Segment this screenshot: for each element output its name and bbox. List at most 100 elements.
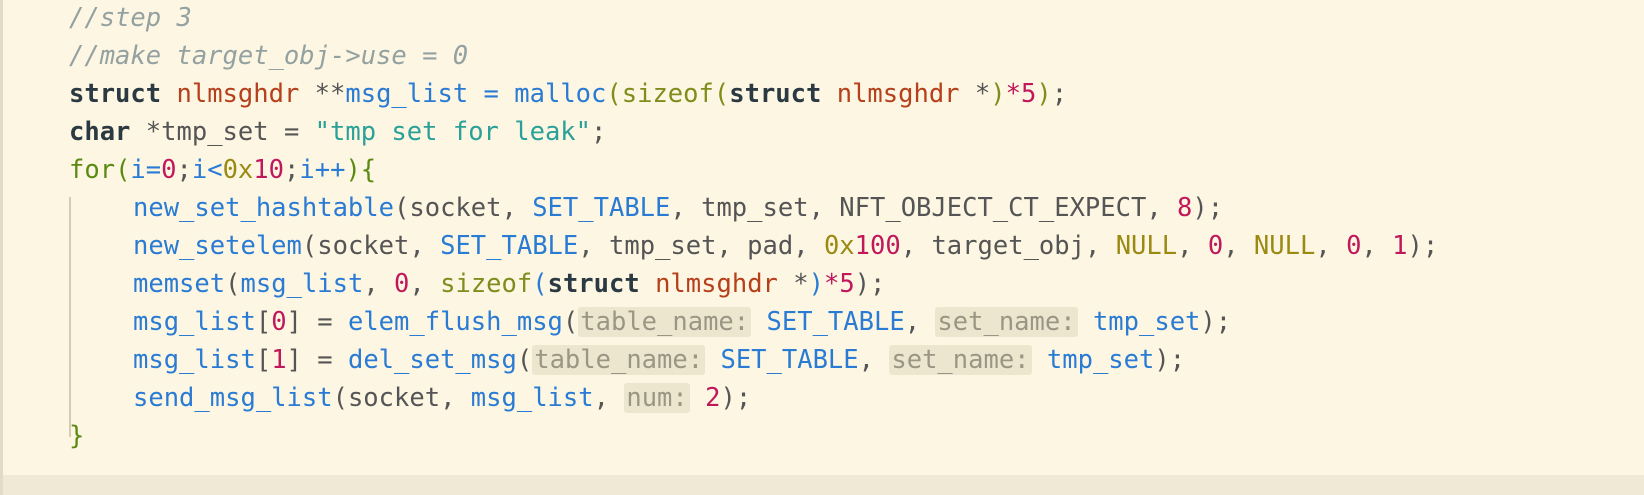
indent-guide [69, 197, 71, 437]
code-line[interactable]: send_msg_list(socket, msg_list, num: 2); [133, 378, 751, 418]
code-token: ); [1407, 231, 1439, 261]
code-token: , [900, 231, 932, 261]
code-token: NULL [1253, 231, 1316, 261]
code-token: } [69, 421, 85, 451]
code-token: ; [1051, 79, 1068, 109]
code-token: 0 [1346, 231, 1362, 261]
code-token: ) [808, 269, 824, 299]
code-token: new_set_hashtable [133, 193, 394, 223]
code-token: sizeof [621, 79, 714, 109]
code-line[interactable]: new_set_hashtable(socket, SET_TABLE, tmp… [133, 188, 1223, 228]
code-token: struct [729, 79, 822, 109]
code-token: 0 [394, 269, 410, 299]
code-token: elem_flush_msg [347, 307, 563, 337]
code-token: msg_list [133, 345, 256, 375]
code-token: ); [1154, 345, 1186, 375]
code-editor[interactable]: //step 3 //make target_obj->use = 0 struct… [0, 0, 1644, 495]
code-token: 1 [271, 345, 287, 375]
code-token: malloc [514, 79, 607, 109]
code-line[interactable]: new_setelem(socket, SET_TABLE, tmp_set, … [133, 226, 1438, 266]
code-token: * [823, 269, 840, 299]
code-token: ); [854, 269, 886, 299]
code-line[interactable]: msg_list[1] = del_set_msg(table_name: SE… [133, 340, 1185, 380]
code-token: pad [747, 231, 794, 261]
code-token: SET_TABLE [440, 231, 579, 261]
code-line[interactable]: //make target_obj->use = 0 [69, 36, 468, 76]
code-line[interactable]: msg_list[0] = elem_flush_msg(table_name:… [133, 302, 1231, 342]
code-token: , [363, 269, 395, 299]
code-token: del_set_msg [347, 345, 517, 375]
code-token: 0 [1207, 231, 1224, 261]
code-token: ) [990, 79, 1006, 109]
code-line[interactable]: //step 3 [69, 0, 192, 38]
code-token: < [207, 155, 223, 185]
parameter-hint: table_name: [578, 307, 752, 337]
code-line[interactable]: char *tmp_set = "tmp set for leak"; [69, 112, 606, 152]
code-token: socket [347, 383, 441, 413]
code-token: , [793, 231, 824, 261]
code-token: , [1177, 231, 1208, 261]
code-token: 100 [854, 231, 901, 261]
code-token: "tmp set for leak" [314, 117, 592, 147]
code-token: ( [394, 193, 410, 223]
code-token: ( [713, 79, 730, 109]
code-token: , [409, 231, 441, 261]
code-token: * [959, 79, 991, 109]
code-token: 0 [271, 307, 287, 337]
code-token: i [191, 155, 208, 185]
code-token: msg_list [345, 79, 469, 109]
code-token: send_msg_list [133, 383, 333, 413]
code-token: socket [317, 231, 410, 261]
code-token: [ [255, 345, 272, 375]
code-token: msg_list [133, 307, 256, 337]
code-token: NULL [1115, 231, 1178, 261]
code-token: ] [286, 307, 302, 337]
code-token: i [130, 155, 146, 185]
code-token: ); [1200, 307, 1232, 337]
code-token: msg_list [470, 383, 594, 413]
code-token: ; [591, 117, 607, 147]
code-token: ** [299, 79, 346, 109]
code-token: = [268, 117, 315, 147]
code-token: , [1361, 231, 1393, 261]
code-token: 5 [1020, 79, 1037, 109]
code-token: ; [284, 155, 300, 185]
code-token: ; [176, 155, 192, 185]
code-token: ( [225, 269, 241, 299]
code-token: , [808, 193, 840, 223]
code-token: , [1146, 193, 1178, 223]
code-token: = [301, 345, 348, 375]
code-token: ); [1192, 193, 1224, 223]
code-token: , [904, 307, 936, 337]
code-token: SET_TABLE [720, 345, 859, 375]
code-token: ( [516, 345, 533, 375]
code-token: //make target_obj->use = 0 [69, 41, 469, 71]
code-token: NFT_OBJECT_CT_EXPECT [839, 193, 1147, 223]
parameter-hint: set_name: [935, 307, 1078, 337]
code-token: = [301, 307, 348, 337]
code-line[interactable]: struct nlmsghdr **msg_list = malloc(size… [69, 74, 1067, 114]
code-token: 5 [839, 269, 855, 299]
code-token: , [1084, 231, 1116, 261]
code-token: , [501, 193, 533, 223]
code-line[interactable]: } [69, 416, 84, 456]
parameter-hint: table_name: [532, 345, 706, 375]
code-token: struct [547, 269, 640, 299]
code-token: msg_list [240, 269, 364, 299]
code-token: i++ [299, 155, 346, 185]
code-token: tmp_set [1046, 345, 1155, 375]
code-token: ); [720, 383, 752, 413]
code-token: , [716, 231, 748, 261]
code-token: , [440, 383, 471, 413]
code-token: struct [69, 79, 162, 109]
code-line[interactable]: memset(msg_list, 0, sizeof(struct nlmsgh… [133, 264, 885, 304]
code-token: ] [286, 345, 302, 375]
code-token: , [578, 231, 609, 261]
code-line[interactable]: for(i=0;i<0x10;i++){ [69, 150, 376, 190]
code-token: = [468, 79, 515, 109]
